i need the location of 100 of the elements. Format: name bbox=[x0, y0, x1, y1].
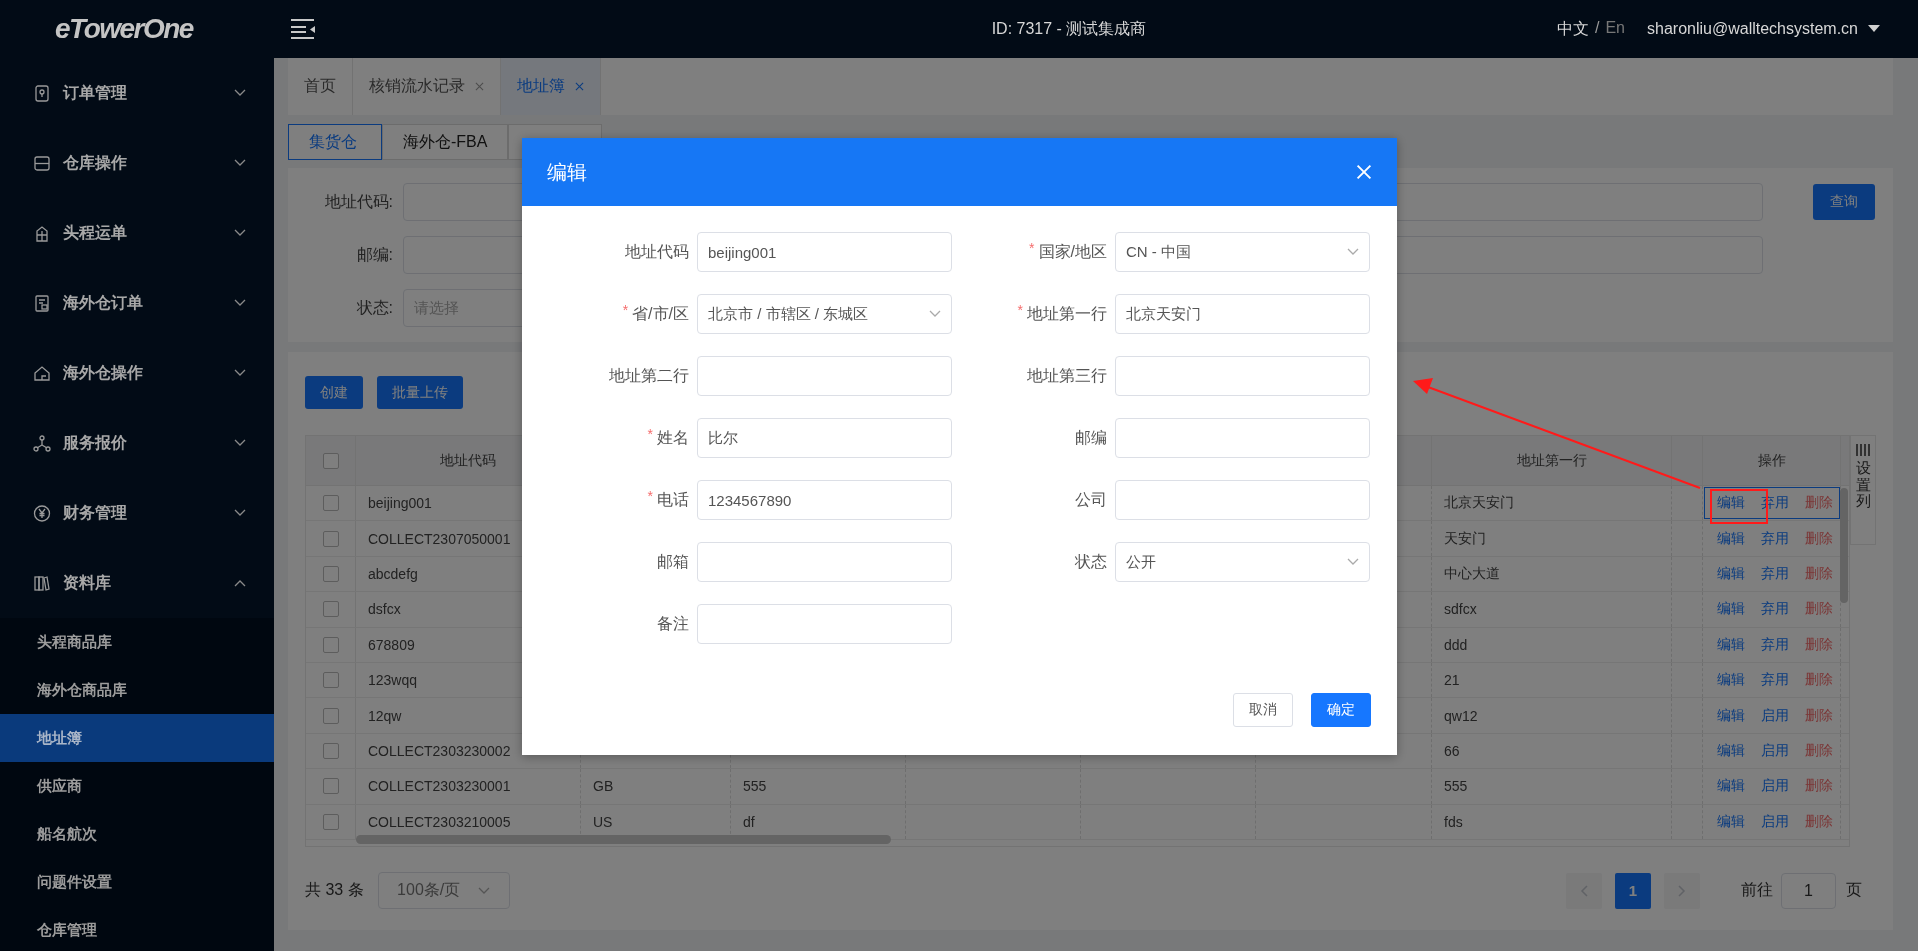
toggle-link[interactable]: 弃用 bbox=[1761, 600, 1789, 619]
delete-link[interactable]: 删除 bbox=[1805, 706, 1833, 725]
checkbox[interactable] bbox=[322, 601, 339, 618]
menu-item[interactable]: 订单管理 bbox=[0, 58, 274, 128]
table-cell: ddd bbox=[1432, 627, 1672, 662]
input-field[interactable]: 北京天安门 bbox=[1115, 294, 1370, 334]
submenu-item[interactable]: 船名航次 bbox=[0, 810, 274, 858]
warehouse-tab[interactable]: 海外仓-FBA bbox=[382, 124, 509, 160]
upload-button[interactable]: 批量上传 bbox=[377, 376, 463, 409]
input-field[interactable] bbox=[1115, 418, 1370, 458]
toggle-link[interactable]: 启用 bbox=[1761, 706, 1789, 725]
page-button[interactable]: 1 bbox=[1615, 872, 1651, 909]
input-field[interactable]: 1234567890 bbox=[697, 480, 952, 520]
delete-link[interactable]: 删除 bbox=[1805, 564, 1833, 583]
select-field[interactable]: 北京市 / 市辖区 / 东城区 bbox=[697, 294, 952, 334]
page-title: ID: 7317 - 测试集成商 bbox=[990, 18, 1148, 39]
page-tab[interactable]: 地址簿 bbox=[501, 58, 601, 115]
submenu-item[interactable]: 供应商 bbox=[0, 762, 274, 810]
page-size-select[interactable]: 100条/页 bbox=[377, 872, 510, 909]
input-field[interactable] bbox=[697, 356, 952, 396]
input-field[interactable]: beijing001 bbox=[697, 232, 952, 272]
checkbox[interactable] bbox=[322, 778, 339, 795]
input-field[interactable]: 比尔 bbox=[697, 418, 952, 458]
submenu-item[interactable]: 仓库管理 bbox=[0, 906, 274, 951]
user-menu[interactable]: sharonliu@walltechsystem.cn bbox=[1647, 20, 1858, 38]
field-label: 邮编: bbox=[355, 244, 393, 265]
toggle-link[interactable]: 弃用 bbox=[1761, 564, 1789, 583]
edit-link[interactable]: 编辑 bbox=[1717, 777, 1745, 796]
input-field[interactable] bbox=[697, 542, 952, 582]
create-button[interactable]: 创建 bbox=[305, 376, 363, 409]
checkbox[interactable] bbox=[322, 742, 339, 759]
page-tab[interactable]: 首页 bbox=[288, 58, 353, 115]
cancel-button[interactable]: 取消 bbox=[1233, 693, 1293, 727]
menu-item[interactable]: 仓库操作 bbox=[0, 128, 274, 198]
toggle-link[interactable]: 弃用 bbox=[1761, 529, 1789, 548]
submenu-item[interactable]: 地址簿 bbox=[0, 714, 274, 762]
menu-item[interactable]: 海外仓操作 bbox=[0, 338, 274, 408]
checkbox[interactable] bbox=[322, 636, 339, 653]
language-link[interactable]: 中文 bbox=[1556, 18, 1589, 40]
checkbox[interactable] bbox=[322, 452, 339, 469]
close-icon[interactable] bbox=[575, 82, 584, 91]
edit-link[interactable]: 编辑 bbox=[1717, 812, 1745, 831]
language-link[interactable]: En bbox=[1605, 18, 1625, 40]
dialog-title: 编辑 bbox=[547, 159, 588, 185]
close-icon[interactable] bbox=[475, 82, 484, 91]
warehouse-tab[interactable]: 集货仓 bbox=[288, 124, 382, 160]
required-mark: * bbox=[1029, 239, 1035, 256]
delete-link[interactable]: 删除 bbox=[1805, 494, 1833, 513]
scrollbar-thumb[interactable] bbox=[356, 835, 891, 844]
toggle-link[interactable]: 启用 bbox=[1761, 741, 1789, 760]
input-field[interactable] bbox=[1115, 356, 1370, 396]
submenu-item[interactable]: 头程商品库 bbox=[0, 618, 274, 666]
edit-link[interactable]: 编辑 bbox=[1717, 635, 1745, 654]
menu-item[interactable]: 头程运单 bbox=[0, 198, 274, 268]
table-cell: 21 bbox=[1432, 662, 1672, 698]
edit-link[interactable]: 编辑 bbox=[1717, 529, 1745, 548]
delete-link[interactable]: 删除 bbox=[1805, 635, 1833, 654]
checkbox[interactable] bbox=[322, 530, 339, 547]
page-suffix: 页 bbox=[1846, 880, 1862, 900]
delete-link[interactable]: 删除 bbox=[1805, 671, 1833, 690]
menu-item[interactable]: 海外仓订单 bbox=[0, 268, 274, 338]
search-button[interactable]: 查询 bbox=[1813, 184, 1875, 220]
delete-link[interactable]: 删除 bbox=[1805, 600, 1833, 619]
submenu-item[interactable]: 海外仓商品库 bbox=[0, 666, 274, 714]
toggle-link[interactable]: 启用 bbox=[1761, 812, 1789, 831]
edit-link[interactable]: 编辑 bbox=[1717, 494, 1745, 513]
page-number-field[interactable]: 1 bbox=[1781, 872, 1836, 909]
scrollbar-thumb[interactable] bbox=[1840, 488, 1848, 603]
checkbox[interactable] bbox=[322, 495, 339, 512]
select-field[interactable]: 公开 bbox=[1115, 542, 1370, 582]
edit-link[interactable]: 编辑 bbox=[1717, 671, 1745, 690]
toggle-link[interactable]: 弃用 bbox=[1761, 671, 1789, 690]
input-field[interactable] bbox=[697, 604, 952, 644]
toggle-link[interactable]: 启用 bbox=[1761, 777, 1789, 796]
menu-fold-icon[interactable] bbox=[290, 18, 316, 40]
edit-link[interactable]: 编辑 bbox=[1717, 741, 1745, 760]
table-cell: 中心大道 bbox=[1432, 556, 1672, 592]
chevron-right-icon bbox=[1678, 884, 1686, 897]
checkbox[interactable] bbox=[322, 707, 339, 724]
table-cell: 555 bbox=[731, 769, 906, 804]
select-field[interactable]: CN - 中国 bbox=[1115, 232, 1370, 272]
delete-link[interactable]: 删除 bbox=[1805, 741, 1833, 760]
menu-item[interactable]: 服务报价 bbox=[0, 408, 274, 478]
menu-item[interactable]: 资料库 bbox=[0, 548, 274, 618]
delete-link[interactable]: 删除 bbox=[1805, 812, 1833, 831]
input-field[interactable] bbox=[1115, 480, 1370, 520]
toggle-link[interactable]: 弃用 bbox=[1761, 635, 1789, 654]
table-cell: 66 bbox=[1432, 733, 1672, 769]
edit-link[interactable]: 编辑 bbox=[1717, 706, 1745, 725]
edit-link[interactable]: 编辑 bbox=[1717, 600, 1745, 619]
checkbox[interactable] bbox=[322, 565, 339, 582]
menu-item[interactable]: 财务管理 bbox=[0, 478, 274, 548]
delete-link[interactable]: 删除 bbox=[1805, 777, 1833, 796]
delete-link[interactable]: 删除 bbox=[1805, 529, 1833, 548]
column-settings-button[interactable]: 设置列 bbox=[1850, 435, 1876, 545]
checkbox[interactable] bbox=[322, 672, 339, 689]
submenu-item[interactable]: 问题件设置 bbox=[0, 858, 274, 906]
confirm-button[interactable]: 确定 bbox=[1311, 693, 1371, 727]
checkbox[interactable] bbox=[322, 813, 339, 830]
edit-link[interactable]: 编辑 bbox=[1717, 564, 1745, 583]
